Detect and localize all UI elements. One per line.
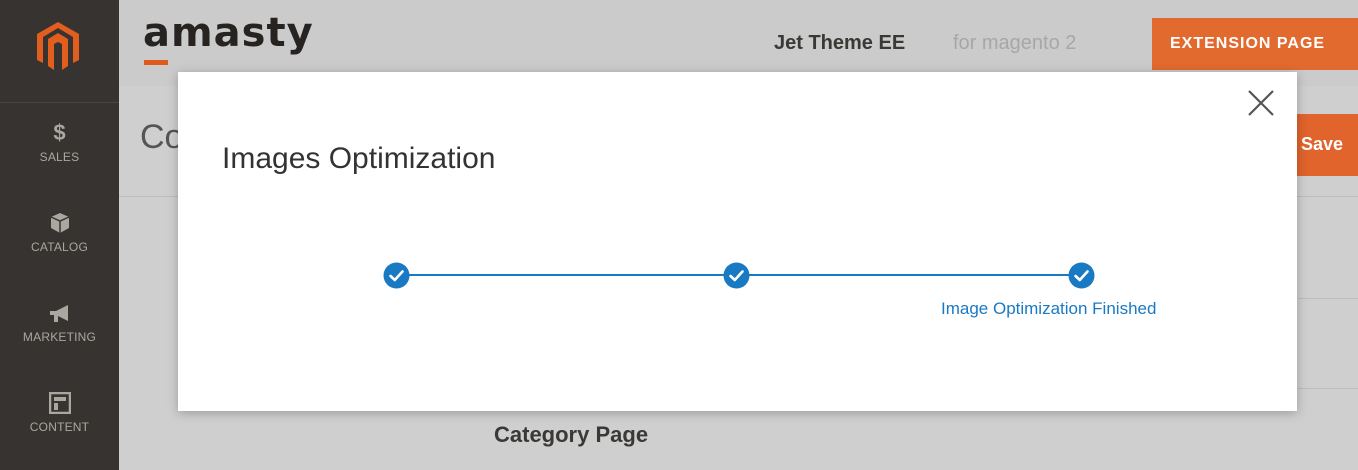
box-icon (0, 208, 119, 238)
images-optimization-modal: Images Optimization Image Optimization F… (178, 72, 1297, 411)
dollar-icon: $ (53, 120, 66, 145)
step-3-check-icon (1068, 262, 1095, 289)
sidebar-item-label: SALES (39, 150, 80, 164)
divider (1298, 298, 1358, 299)
close-button[interactable] (1246, 88, 1276, 118)
sidebar-item-label: CONTENT (29, 420, 90, 434)
page-title: Co (140, 118, 184, 156)
sidebar-item-sales[interactable]: $ SALES (0, 118, 119, 208)
sidebar-item-content[interactable]: CONTENT (0, 388, 119, 470)
theme-name: Jet Theme EE (774, 32, 906, 54)
sidebar-item-marketing[interactable]: MARKETING (0, 298, 119, 388)
progress-connector (397, 274, 737, 276)
close-icon (1248, 90, 1274, 116)
magento-logo-icon[interactable] (0, 0, 119, 103)
admin-sidebar: $ SALES CATALOG MARKETING CONTENT (0, 0, 119, 470)
progress-connector (736, 274, 1082, 276)
megaphone-icon (0, 298, 119, 328)
logo-underline (144, 60, 168, 65)
sidebar-item-label: CATALOG (31, 240, 88, 254)
step-1-check-icon (383, 262, 410, 289)
sidebar-item-label: MARKETING (22, 330, 97, 344)
layout-icon (0, 388, 119, 418)
theme-platform: for magento 2 (953, 32, 1077, 54)
step-3-label: Image Optimization Finished (941, 299, 1157, 318)
save-button[interactable]: Save (1295, 114, 1358, 176)
divider (1298, 388, 1358, 389)
category-page-label: Category Page (494, 422, 649, 447)
extension-page-button[interactable]: EXTENSION PAGE (1152, 18, 1358, 70)
step-2-check-icon (723, 262, 750, 289)
amasty-logo[interactable]: amasty (143, 10, 314, 56)
sidebar-item-catalog[interactable]: CATALOG (0, 208, 119, 298)
modal-title: Images Optimization (222, 142, 496, 176)
